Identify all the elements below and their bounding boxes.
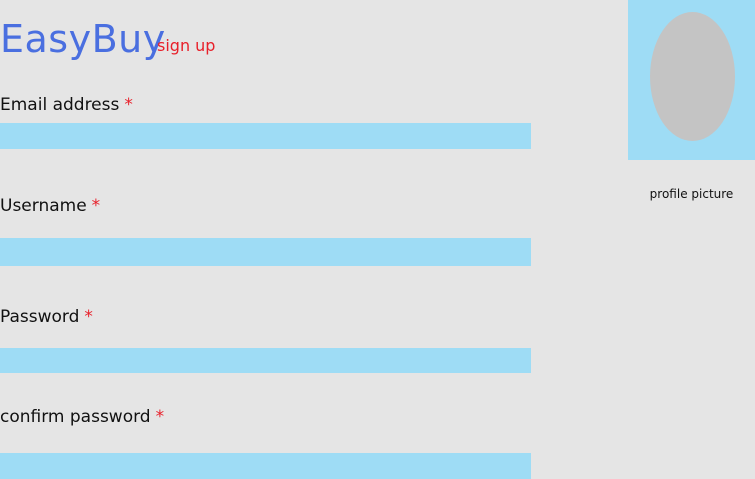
email-field[interactable] [0,123,531,149]
username-label: Username * [0,195,100,217]
confirm-password-label: confirm password * [0,406,164,428]
confirm-password-field[interactable] [0,453,531,479]
email-label-text: Email address [0,95,120,115]
email-required-marker: * [124,95,133,115]
password-label: Password * [0,306,93,328]
username-field[interactable] [0,238,531,266]
brand-logo[interactable]: EasyBuy [0,16,166,62]
signup-link[interactable]: sign up [157,36,215,56]
profile-picture-caption: profile picture [649,187,734,201]
signup-page: EasyBuy sign up Email address * Username *… [0,0,755,479]
username-required-marker: * [91,196,101,216]
confirm-password-required-marker: * [155,407,165,427]
confirm-password-label-text: confirm password [0,407,151,427]
email-label: Email address * [0,94,133,116]
username-label-text: Username [0,196,87,216]
password-required-marker: * [84,307,93,327]
profile-picture-upload[interactable] [628,0,755,160]
password-field[interactable] [0,348,531,373]
avatar-placeholder [650,12,735,141]
password-label-text: Password [0,307,80,327]
